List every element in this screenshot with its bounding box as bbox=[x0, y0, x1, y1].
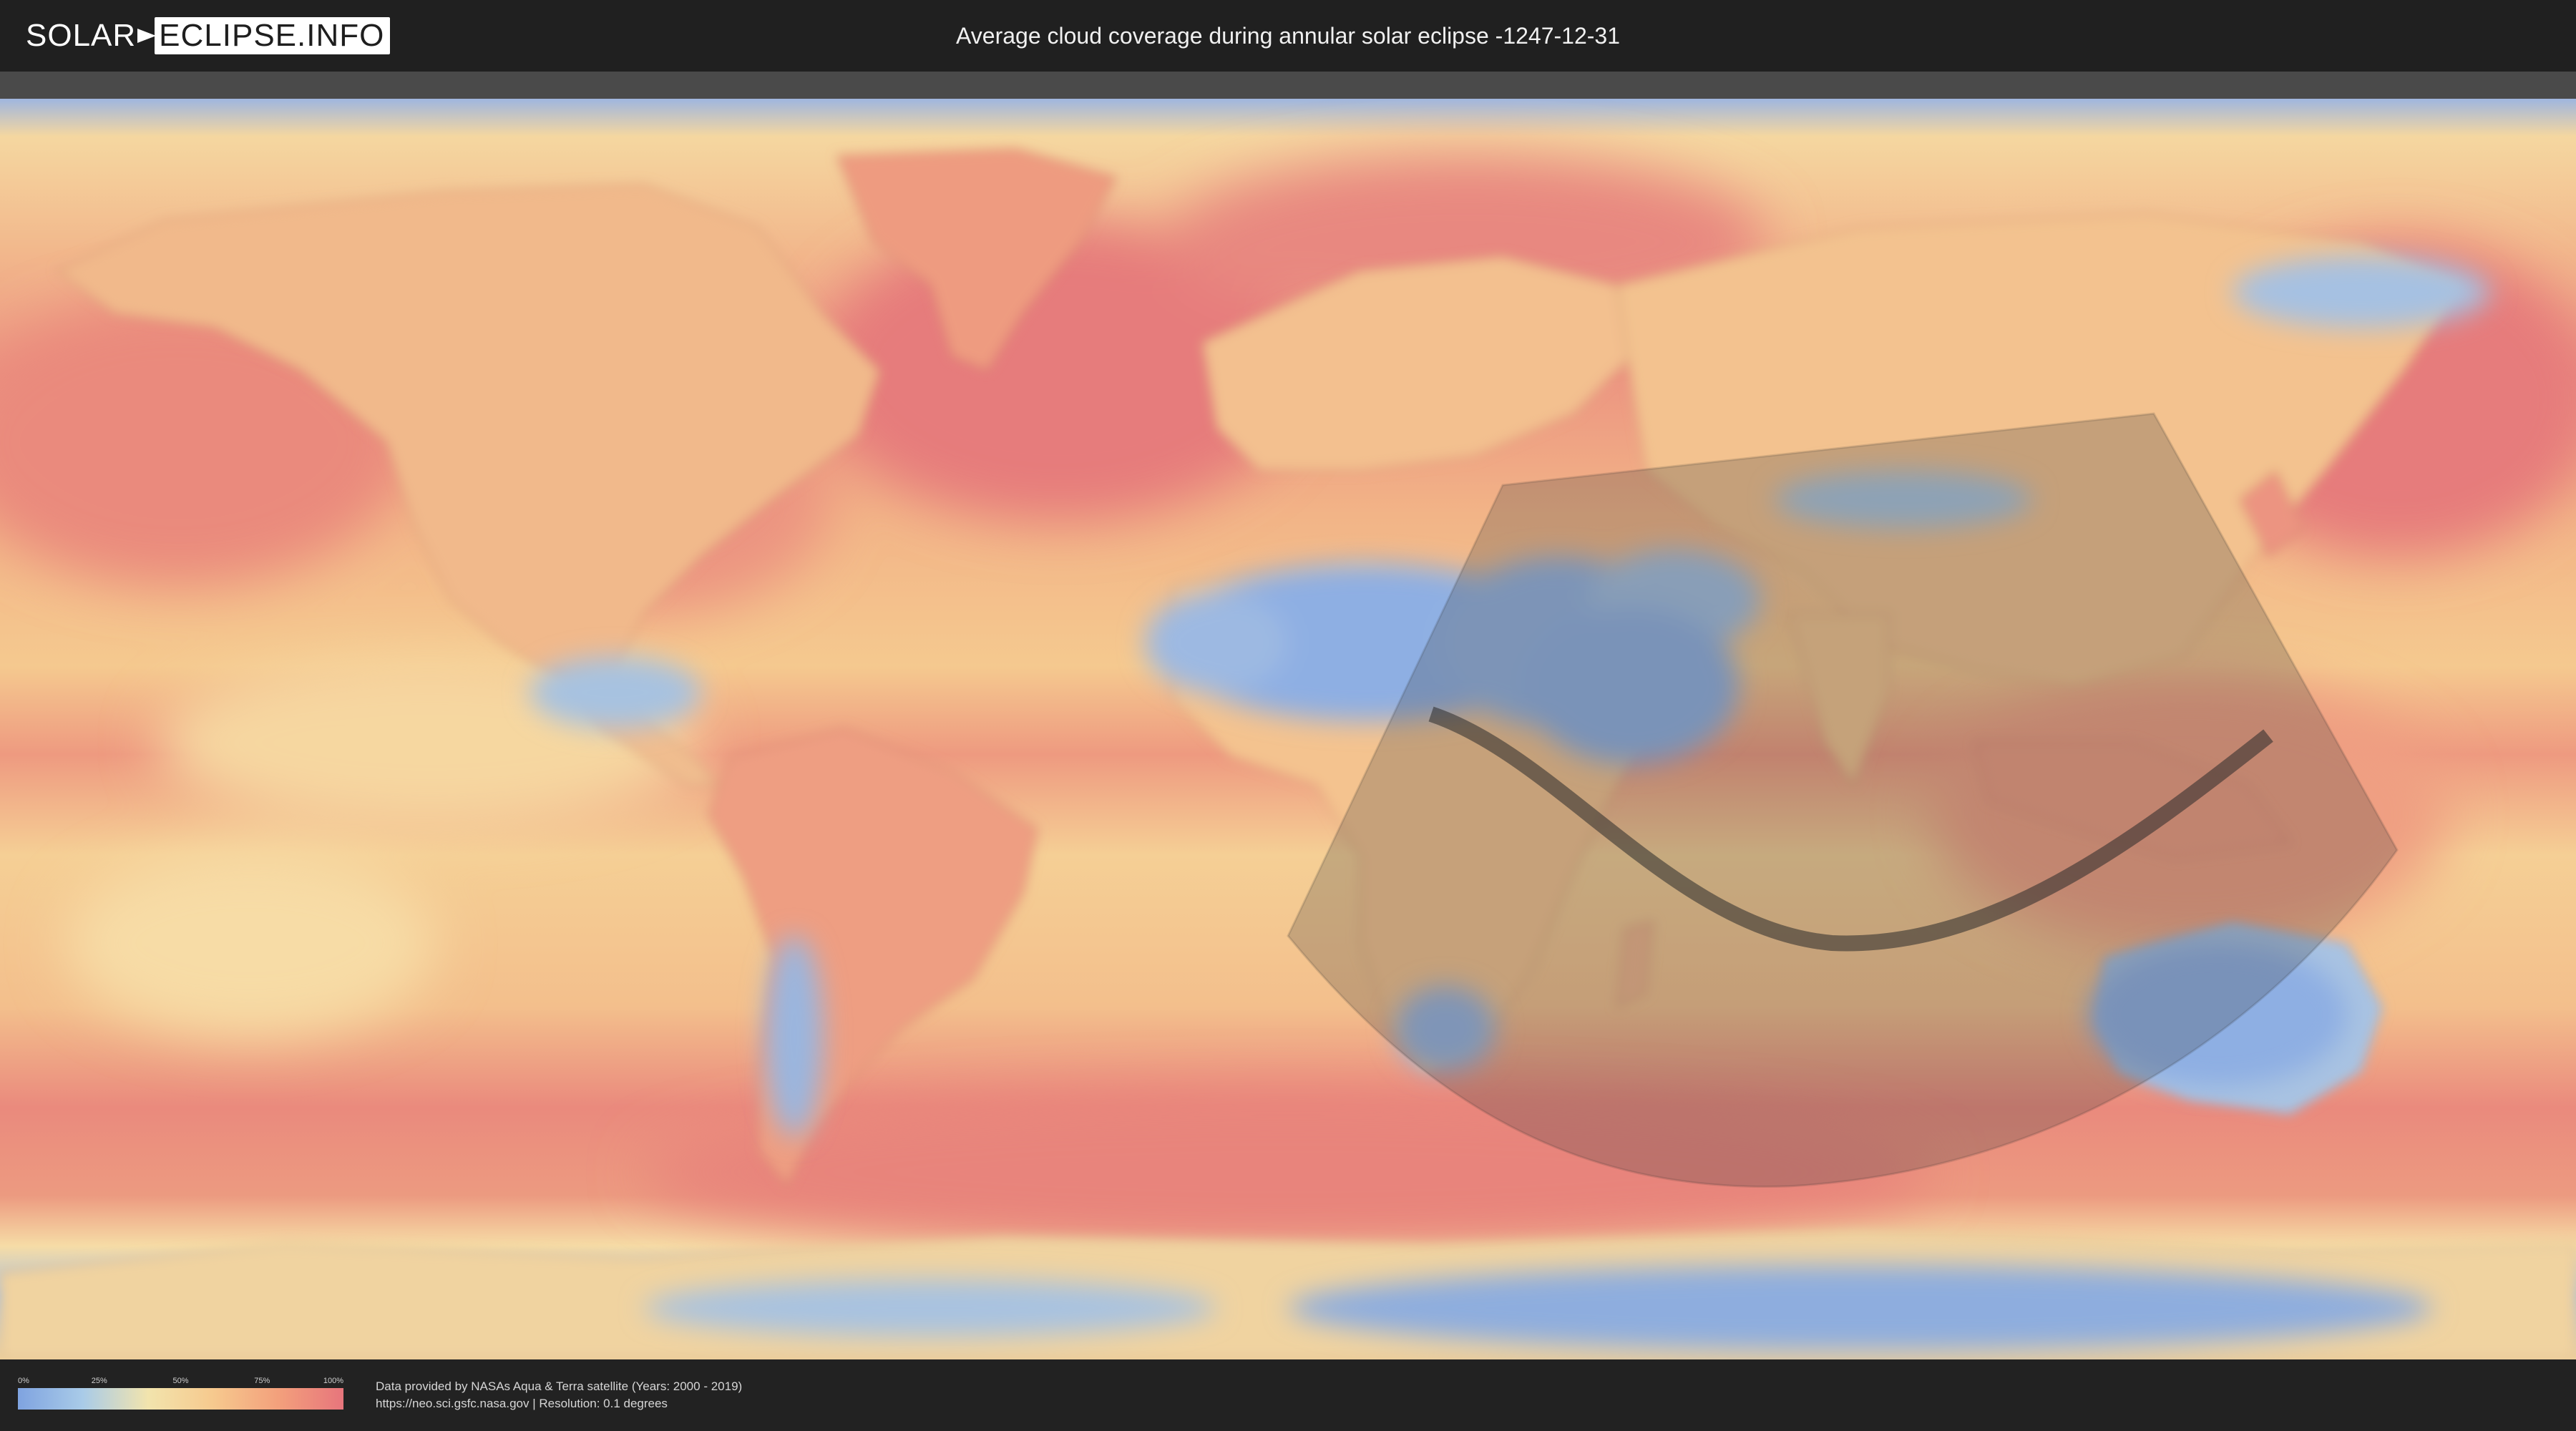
cloud-coverage-map[interactable] bbox=[0, 99, 2576, 1359]
footer-bar: 0% 25% 50% 75% 100% Data provided by NAS… bbox=[0, 1359, 2576, 1431]
legend-gradient-bar bbox=[18, 1388, 343, 1410]
credit-source-link[interactable]: https://neo.sci.gsfc.nasa.gov | Resoluti… bbox=[376, 1395, 742, 1412]
header-bar: SOLAR ECLIPSE.INFO Average cloud coverag… bbox=[0, 0, 2576, 72]
legend-tick: 0% bbox=[18, 1377, 29, 1385]
page-title: Average cloud coverage during annular so… bbox=[956, 22, 1620, 49]
clear-andes bbox=[766, 936, 823, 1136]
legend-tick: 75% bbox=[254, 1377, 270, 1385]
world-map-svg bbox=[0, 99, 2576, 1359]
toolbar-strip bbox=[0, 72, 2576, 99]
clear-mexico bbox=[530, 657, 701, 728]
clear-antarctica bbox=[1288, 1265, 2433, 1351]
legend-tick: 50% bbox=[172, 1377, 189, 1385]
legend-tick: 100% bbox=[323, 1377, 343, 1385]
data-credits: Data provided by NASAs Aqua & Terra sate… bbox=[376, 1378, 742, 1412]
legend-tick: 25% bbox=[91, 1377, 107, 1385]
legend-ticks: 0% 25% 50% 75% 100% bbox=[18, 1377, 343, 1388]
credit-line: Data provided by NASAs Aqua & Terra sate… bbox=[376, 1379, 743, 1393]
color-legend: 0% 25% 50% 75% 100% bbox=[18, 1377, 343, 1410]
